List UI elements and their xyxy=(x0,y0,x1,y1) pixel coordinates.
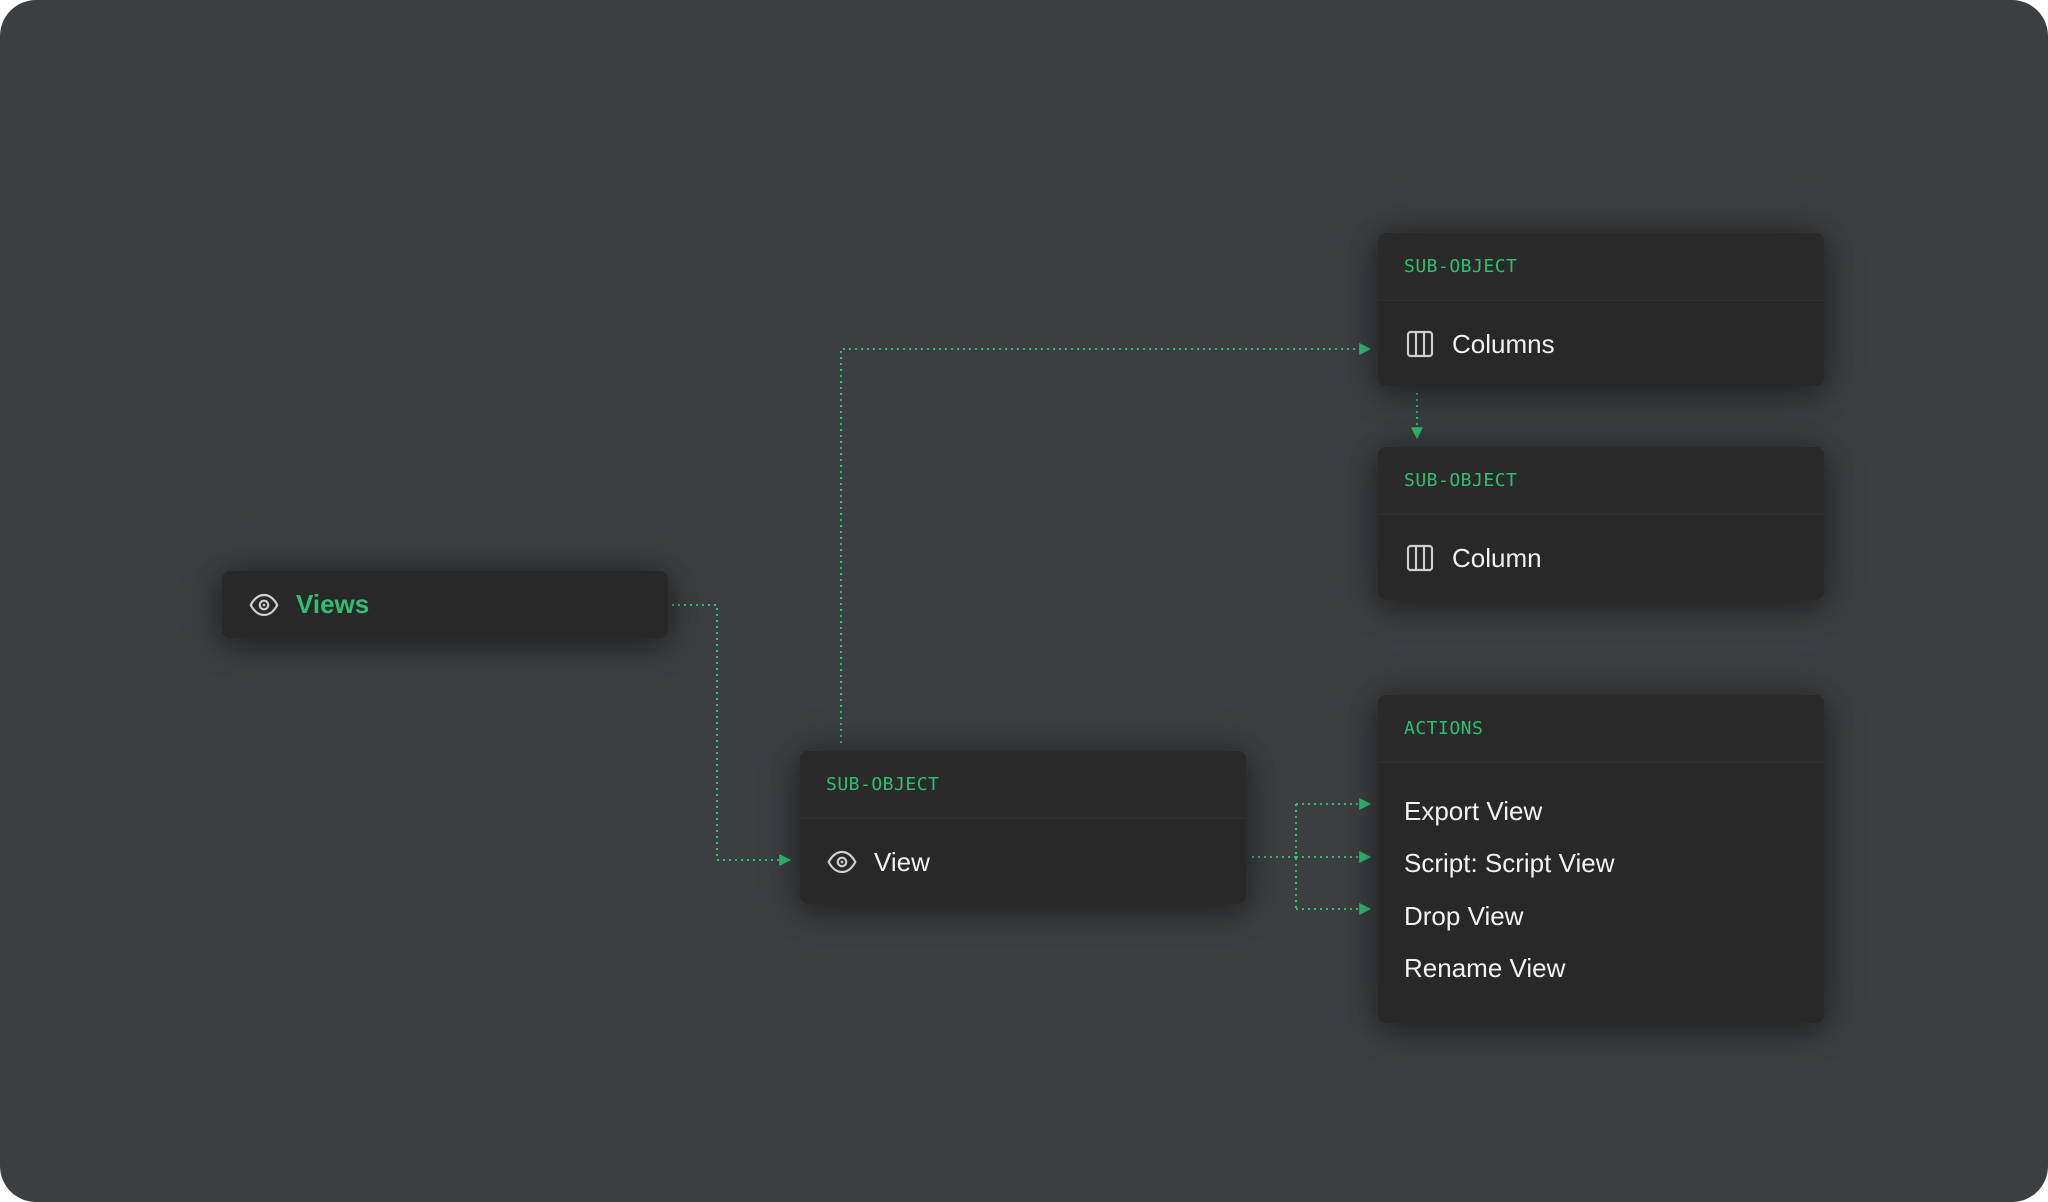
eye-icon xyxy=(248,589,280,621)
column-node[interactable]: SUB-OBJECT Column xyxy=(1378,447,1824,600)
connector-view-to-columns xyxy=(840,343,1372,743)
actions-list: Export View Script: Script View Drop Vie… xyxy=(1378,763,1824,995)
column-node-body: Column xyxy=(1378,515,1824,600)
columns-icon xyxy=(1404,542,1436,574)
columns-node-body: Columns xyxy=(1378,301,1824,386)
columns-node-tag: SUB-OBJECT xyxy=(1404,256,1518,277)
diagram-canvas: Views SUB-OBJECT View SUB-OBJECT Columns… xyxy=(0,0,2048,1202)
columns-node-header: SUB-OBJECT xyxy=(1378,233,1824,301)
views-node[interactable]: Views xyxy=(222,571,668,638)
action-export-view[interactable]: Export View xyxy=(1404,785,1798,838)
action-rename-view[interactable]: Rename View xyxy=(1404,943,1798,996)
eye-icon xyxy=(826,846,858,878)
view-node-label: View xyxy=(874,846,930,877)
columns-node[interactable]: SUB-OBJECT Columns xyxy=(1378,233,1824,386)
columns-icon xyxy=(1404,328,1436,360)
column-node-header: SUB-OBJECT xyxy=(1378,447,1824,515)
actions-node: ACTIONS Export View Script: Script View … xyxy=(1378,695,1824,1023)
view-node-header: SUB-OBJECT xyxy=(800,751,1246,819)
views-node-label: Views xyxy=(296,589,370,619)
actions-node-tag: ACTIONS xyxy=(1404,718,1484,739)
action-drop-view[interactable]: Drop View xyxy=(1404,890,1798,943)
actions-node-header: ACTIONS xyxy=(1378,695,1824,763)
view-node-body: View xyxy=(800,819,1246,904)
view-node[interactable]: SUB-OBJECT View xyxy=(800,751,1246,904)
action-script-view[interactable]: Script: Script View xyxy=(1404,838,1798,891)
column-node-tag: SUB-OBJECT xyxy=(1404,470,1518,491)
column-node-label: Column xyxy=(1452,542,1542,573)
columns-node-label: Columns xyxy=(1452,328,1555,359)
view-node-tag: SUB-OBJECT xyxy=(826,774,940,795)
connector-views-to-view xyxy=(672,604,792,866)
